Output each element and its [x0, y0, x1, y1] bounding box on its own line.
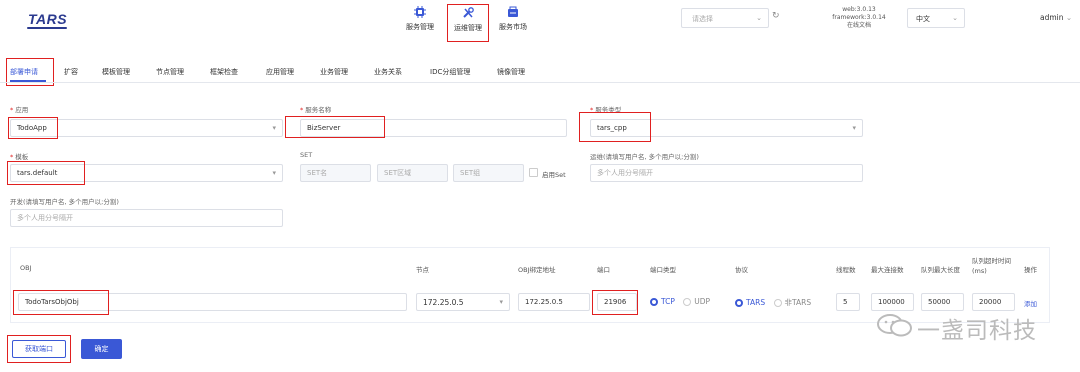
set-group-input[interactable]: SET组 [453, 164, 524, 182]
highlight-box [579, 112, 651, 142]
chevron-down-icon: ⌄ [756, 14, 762, 22]
refresh-icon[interactable]: ↻ [772, 11, 780, 21]
highlight-box [8, 117, 58, 139]
nav-label: 运维管理 [454, 24, 482, 32]
threads-input[interactable]: 5 [836, 293, 860, 311]
node-select[interactable]: 172.25.0.5 ▾ [416, 293, 510, 311]
app-selector-placeholder: 请选择 [692, 15, 713, 23]
chip-icon [414, 6, 426, 18]
tab-template[interactable]: 模板管理 [102, 67, 130, 77]
market-icon [508, 6, 518, 17]
ops-label: 运维(请填写用户名, 多个用户以;分割) [590, 153, 699, 161]
highlight-box [285, 116, 385, 138]
ops-placeholder: 多个人用分号隔开 [597, 169, 653, 177]
confirm-button[interactable]: 确定 [81, 339, 122, 359]
set-label: SET [300, 151, 313, 159]
web-version: web:3.0.13 [842, 6, 876, 13]
nav-ops-management[interactable]: 运维管理 [447, 4, 489, 42]
tab-business-relation[interactable]: 业务关系 [374, 67, 402, 77]
udp-radio[interactable]: UDP [683, 297, 710, 306]
tab-business[interactable]: 业务管理 [320, 67, 348, 77]
framework-version: framework:3.0.14 [832, 14, 886, 21]
protocol-radio-group: TARS 非TARS [735, 297, 811, 308]
col-port: 端口 [597, 266, 610, 274]
enable-set-label: 启用Set [542, 171, 566, 179]
caret-down-icon: ▾ [272, 124, 276, 132]
tab-scale[interactable]: 扩容 [64, 67, 78, 77]
watermark-text: 一盏司科技 [917, 318, 1037, 344]
caret-down-icon: ▾ [499, 298, 503, 306]
bind-input[interactable]: 172.25.0.5 [518, 293, 590, 311]
language-selector[interactable]: 中文 ⌄ [907, 8, 965, 28]
language-value: 中文 [916, 15, 930, 23]
nav-label: 服务市场 [499, 23, 527, 31]
user-menu[interactable]: admin ⌄ [1040, 13, 1072, 22]
col-queue-timeout: 队列超时时间 (ms) [972, 257, 1011, 275]
col-threads: 线程数 [836, 266, 856, 274]
tabs-divider [0, 82, 1080, 83]
col-max-conn: 最大连接数 [871, 266, 904, 274]
tools-icon [463, 7, 474, 18]
col-node: 节点 [416, 266, 429, 274]
dev-label: 开发(请填写用户名, 多个用户以;分割) [10, 198, 119, 206]
nav-service-market[interactable]: 服务市场 [493, 4, 533, 38]
bind-value: 172.25.0.5 [525, 298, 563, 306]
set-name-input[interactable]: SET名 [300, 164, 371, 182]
app-selector[interactable]: 请选择 ⌄ [681, 8, 769, 28]
node-value: 172.25.0.5 [423, 297, 464, 307]
caret-down-icon: ▾ [272, 169, 276, 177]
add-link[interactable]: 添加 [1024, 298, 1037, 308]
port-type-radio-group: TCP UDP [650, 297, 710, 306]
chevron-down-icon: ⌄ [952, 14, 958, 22]
col-obj: OBJ [20, 264, 32, 272]
nav-label: 服务管理 [406, 23, 434, 31]
tab-idc-group[interactable]: IDC分组管理 [430, 67, 470, 77]
tab-app[interactable]: 应用管理 [266, 67, 294, 77]
non-tars-radio[interactable]: 非TARS [773, 298, 811, 307]
col-bind: OBJ绑定地址 [518, 266, 556, 274]
template-label: * 模板 [10, 153, 29, 161]
docs-link[interactable]: 在线文档 [832, 22, 886, 30]
version-info: web:3.0.13 framework:3.0.14 在线文档 [832, 6, 886, 30]
nav-service-management[interactable]: 服务管理 [400, 4, 440, 38]
tcp-radio[interactable]: TCP [650, 297, 675, 306]
set-area-input[interactable]: SET区域 [377, 164, 448, 182]
highlight-box [592, 290, 638, 315]
ops-input[interactable]: 多个人用分号隔开 [590, 164, 863, 182]
wechat-logo-icon [876, 312, 914, 338]
app-label: * 应用 [10, 106, 29, 114]
enable-set-checkbox[interactable] [529, 168, 538, 177]
highlight-box [13, 290, 109, 315]
caret-down-icon: ▾ [852, 124, 856, 132]
dev-input[interactable]: 多个人用分号隔开 [10, 209, 283, 227]
service-name-label: * 服务名称 [300, 106, 332, 114]
logo-underline [27, 27, 67, 29]
max-conn-input[interactable]: 100000 [871, 293, 914, 311]
dev-placeholder: 多个人用分号隔开 [17, 214, 73, 222]
highlight-box [7, 335, 71, 363]
user-name: admin [1040, 13, 1064, 22]
queue-timeout-input[interactable]: 20000 [972, 293, 1015, 311]
tab-framework-check[interactable]: 框架检查 [210, 67, 238, 77]
tab-image[interactable]: 镜像管理 [497, 67, 525, 77]
chevron-down-icon: ⌄ [1065, 13, 1073, 22]
tars-radio[interactable]: TARS [735, 298, 765, 307]
highlight-box [7, 161, 85, 185]
col-port-type: 端口类型 [650, 266, 676, 274]
queue-len-input[interactable]: 50000 [921, 293, 964, 311]
tars-logo[interactable]: TARS [28, 11, 67, 27]
col-queue-len: 队列最大长度 [921, 266, 960, 274]
tab-node[interactable]: 节点管理 [156, 67, 184, 77]
col-protocol: 协议 [735, 266, 748, 274]
col-action: 操作 [1024, 266, 1037, 274]
